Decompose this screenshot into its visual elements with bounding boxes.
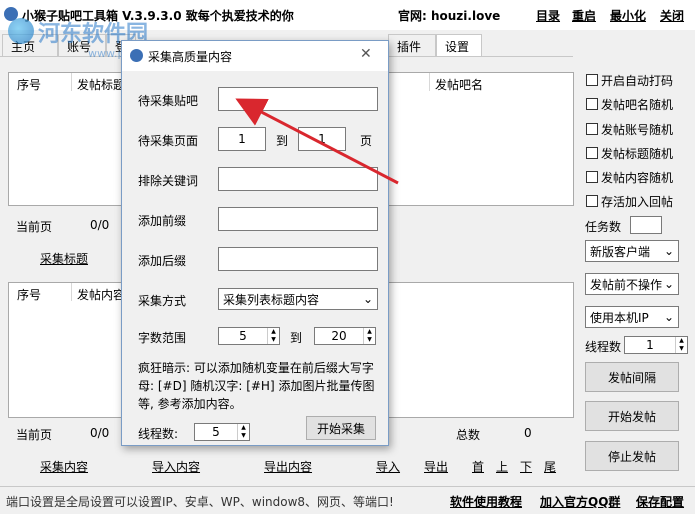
annotation-arrow bbox=[235, 98, 399, 185]
arrow-line bbox=[235, 98, 399, 185]
